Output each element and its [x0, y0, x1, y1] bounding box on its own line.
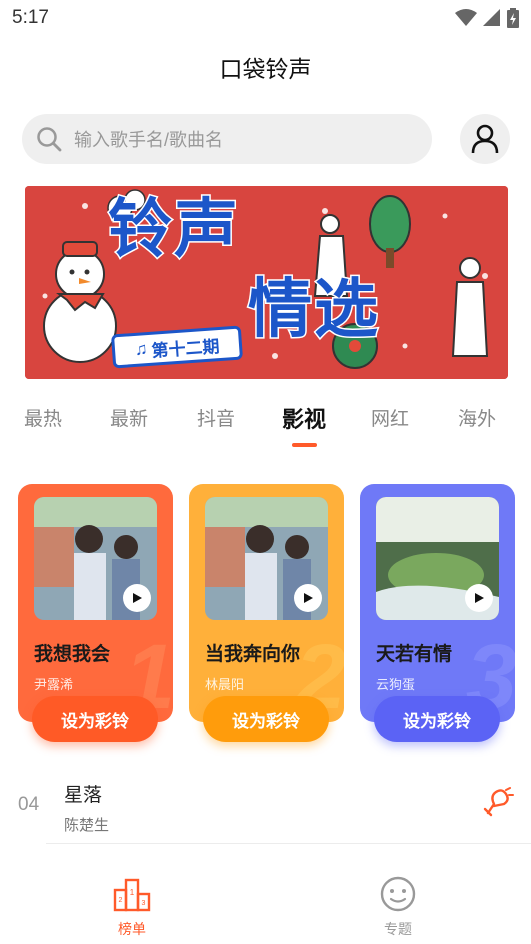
tab-hot[interactable]: 最热 [24, 404, 62, 431]
search-input[interactable]: 输入歌手名/歌曲名 [22, 114, 432, 164]
podium-icon: 1 2 3 [113, 878, 151, 912]
banner-title-line2: 情选 [247, 272, 380, 347]
top-song-card-3[interactable]: 3 天若有情 云狗蛋 设为彩铃 [360, 484, 515, 742]
search-placeholder: 输入歌手名/歌曲名 [74, 130, 224, 150]
category-tabs: 最热 最新 抖音 影视 网红 海外 [0, 404, 531, 444]
set-ringtone-button[interactable]: 设为彩铃 [32, 696, 158, 742]
active-tab-indicator [292, 443, 317, 447]
user-icon [471, 124, 499, 154]
set-ringtone-button[interactable]: 设为彩铃 [374, 696, 500, 742]
status-icons [455, 8, 519, 28]
card-song-title: 当我奔向你 [205, 644, 301, 665]
page-title: 口袋铃声 [219, 56, 312, 82]
music-note-icon: ♫ [134, 339, 149, 359]
nav-label-topics: 专题 [384, 921, 412, 937]
nav-label-charts: 榜单 [118, 921, 146, 937]
status-bar: 5:17 [0, 0, 531, 36]
tab-overseas[interactable]: 海外 [458, 404, 496, 431]
song-cover-image [376, 497, 499, 620]
nav-item-topics[interactable]: 专题 [358, 876, 438, 939]
list-item[interactable]: 04 星落 陈楚生 [0, 766, 531, 844]
cellular-signal-icon [483, 9, 500, 26]
tab-influencer[interactable]: 网红 [371, 404, 409, 431]
bottom-navigation: 1 2 3 榜单 专题 [0, 866, 531, 944]
nav-item-charts[interactable]: 1 2 3 榜单 [92, 876, 172, 939]
wifi-icon [455, 9, 477, 26]
svg-text:2: 2 [119, 897, 123, 904]
banner-issue-text: 第十二期 [150, 336, 221, 361]
play-icon [304, 593, 313, 603]
list-item-song: 星落 [64, 785, 103, 806]
tab-douyin[interactable]: 抖音 [197, 404, 235, 431]
card-artist: 尹露浠 [34, 677, 74, 692]
song-cover-image [34, 497, 157, 620]
set-ringtone-icon[interactable] [480, 786, 514, 820]
card-song-title: 我想我会 [34, 644, 111, 665]
list-item-rank: 04 [18, 794, 40, 815]
play-button[interactable] [294, 584, 322, 612]
play-button[interactable] [465, 584, 493, 612]
top-song-card-1[interactable]: 1 我想我会 尹露浠 设为彩铃 [18, 484, 173, 742]
tab-film-tv[interactable]: 影视 [282, 402, 326, 434]
svg-text:1: 1 [130, 888, 135, 897]
top-song-card-2[interactable]: 2 当我奔向你 林晨阳 设为彩铃 [189, 484, 344, 742]
song-cover-image [205, 497, 328, 620]
profile-button[interactable] [460, 114, 510, 164]
list-item-artist: 陈楚生 [64, 817, 110, 834]
play-icon [133, 593, 142, 603]
card-song-title: 天若有情 [376, 644, 453, 665]
status-time: 5:17 [12, 7, 49, 28]
tab-new[interactable]: 最新 [110, 404, 148, 431]
set-ringtone-button[interactable]: 设为彩铃 [203, 696, 329, 742]
svg-text:3: 3 [142, 900, 146, 907]
smiley-face-icon [380, 876, 416, 912]
play-button[interactable] [123, 584, 151, 612]
card-artist: 林晨阳 [205, 677, 245, 692]
divider [46, 843, 531, 844]
banner-title-line1: 铃声 [107, 192, 240, 267]
battery-icon [507, 8, 519, 28]
card-artist: 云狗蛋 [376, 677, 416, 692]
search-icon [37, 127, 62, 152]
play-icon [475, 593, 484, 603]
